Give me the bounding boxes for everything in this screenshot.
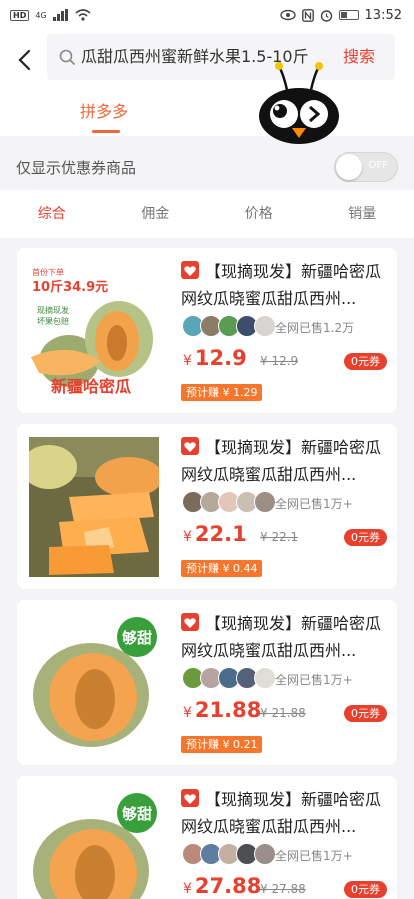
product-title: 【现摘现发】新疆哈密瓜 网纹瓜晓蜜瓜甜瓜西州...: [181, 258, 387, 312]
status-right: 13:52: [279, 7, 402, 23]
coupon-badge: 0元券: [344, 881, 387, 898]
product-price: ¥22.1: [183, 522, 247, 546]
avatar: [254, 491, 276, 513]
title-line2: 网纹瓜晓蜜瓜甜瓜西州...: [181, 641, 357, 660]
title-line1: 【现摘现发】新疆哈密瓜: [205, 614, 382, 633]
hd-badge: HD: [10, 9, 30, 21]
back-button[interactable]: [2, 38, 46, 82]
title-line1: 【现摘现发】新疆哈密瓜: [205, 438, 382, 457]
search-icon: [53, 49, 81, 66]
avatar: [254, 315, 276, 337]
avatar: [254, 843, 276, 865]
currency-symbol: ¥: [183, 881, 192, 897]
nfc-icon: [301, 8, 314, 22]
pinduoduo-logo-icon: [181, 437, 199, 455]
promo-line2: 10斤34.9元: [32, 279, 108, 295]
pinduoduo-logo-icon: [181, 261, 199, 279]
title-line1: 【现摘现发】新疆哈密瓜: [205, 262, 382, 281]
alarm-icon: [320, 9, 332, 22]
earn-badge: 预计赚 ¥ 0.44: [181, 560, 263, 577]
pinduoduo-logo-icon: [181, 613, 199, 631]
eye-icon: [279, 9, 296, 21]
coupon-filter-toggle[interactable]: OFF: [334, 152, 398, 182]
coupon-badge: 0元券: [344, 705, 387, 722]
product-price: ¥12.9: [183, 346, 247, 370]
status-left: HD 4G: [10, 9, 91, 21]
product-image: 够甜: [29, 613, 159, 753]
original-price: ¥ 22.1: [260, 530, 299, 544]
platform-tabbar: 拼多多: [0, 90, 414, 136]
title-line2: 网纹瓜晓蜜瓜甜瓜西州...: [181, 465, 357, 484]
back-arrow-icon: [18, 49, 31, 71]
network-badge: 4G: [35, 10, 47, 20]
mascot-icon: [259, 62, 339, 144]
pinduoduo-logo-icon: [181, 789, 199, 807]
original-price: ¥ 27.88: [260, 882, 306, 896]
title-line2: 网纹瓜晓蜜瓜甜瓜西州...: [181, 289, 357, 308]
wifi-icon: [75, 9, 91, 21]
product-image: 够甜: [29, 789, 159, 899]
toggle-knob: [336, 154, 362, 180]
original-price: ¥ 12.9: [260, 354, 299, 368]
promo-line4: 坏果包赔: [37, 316, 69, 326]
status-time: 13:52: [364, 7, 402, 23]
product-title: 【现摘现发】新疆哈密瓜 网纹瓜晓蜜瓜甜瓜西州...: [181, 786, 387, 840]
tab-pinduoduo[interactable]: 拼多多: [80, 98, 128, 122]
image-caption: 新疆哈密瓜: [51, 377, 131, 396]
coupon-badge: 0元券: [344, 353, 387, 370]
status-bar: HD 4G 13:52: [0, 0, 414, 30]
product-image: 首份下单 10斤34.9元 现摘现发 坏果包赔 新疆哈密瓜: [29, 261, 159, 401]
buyer-avatars: [182, 667, 276, 693]
price-value: 22.1: [194, 522, 247, 546]
price-value: 12.9: [194, 346, 247, 370]
coupon-filter-label: 仅显示优惠券商品: [16, 158, 137, 177]
sold-count: 全网已售1万+: [275, 497, 353, 511]
signal-icon: [52, 9, 68, 21]
currency-symbol: ¥: [183, 529, 192, 545]
sort-tab-sales[interactable]: 销量: [311, 190, 414, 238]
product-card[interactable]: 够甜 【现摘现发】新疆哈密瓜 网纹瓜晓蜜瓜甜瓜西州... 全网已售1万+ ¥27…: [17, 776, 397, 899]
buyer-avatars: [182, 491, 276, 517]
sold-count: 全网已售1.2万: [275, 321, 355, 335]
currency-symbol: ¥: [183, 353, 192, 369]
product-card[interactable]: 首份下单 10斤34.9元 现摘现发 坏果包赔 新疆哈密瓜 【现摘现发】新疆哈密…: [17, 248, 397, 413]
title-line1: 【现摘现发】新疆哈密瓜: [205, 790, 382, 809]
product-image: [29, 437, 159, 577]
product-title: 【现摘现发】新疆哈密瓜 网纹瓜晓蜜瓜甜瓜西州...: [181, 434, 387, 488]
sort-bar: 综合 佣金 价格 销量: [0, 190, 414, 238]
avatar: [254, 667, 276, 689]
tab-underline: [92, 130, 120, 133]
original-price: ¥ 21.88: [260, 706, 306, 720]
coupon-filter-row: 仅显示优惠券商品 OFF: [0, 146, 414, 188]
product-card[interactable]: 【现摘现发】新疆哈密瓜 网纹瓜晓蜜瓜甜瓜西州... 全网已售1万+ ¥22.1 …: [17, 424, 397, 589]
product-card[interactable]: 够甜 【现摘现发】新疆哈密瓜 网纹瓜晓蜜瓜甜瓜西州... 全网已售1万+ ¥21…: [17, 600, 397, 765]
price-value: 27.88: [194, 874, 262, 898]
battery-icon: [338, 10, 359, 20]
buyer-avatars: [182, 315, 276, 341]
currency-symbol: ¥: [183, 705, 192, 721]
sort-tab-commission[interactable]: 佣金: [104, 190, 208, 238]
sort-tab-price[interactable]: 价格: [207, 190, 311, 238]
sweet-badge-text: 够甜: [121, 805, 152, 823]
sweet-badge-text: 够甜: [121, 629, 152, 647]
product-title: 【现摘现发】新疆哈密瓜 网纹瓜晓蜜瓜甜瓜西州...: [181, 610, 387, 664]
earn-badge: 预计赚 ¥ 0.21: [181, 736, 263, 753]
price-value: 21.88: [194, 698, 262, 722]
sort-tab-comprehensive[interactable]: 综合: [0, 190, 104, 238]
sold-count: 全网已售1万+: [275, 849, 353, 863]
earn-badge: 预计赚 ¥ 1.29: [181, 384, 263, 401]
sold-count: 全网已售1万+: [275, 673, 353, 687]
coupon-badge: 0元券: [344, 529, 387, 546]
promo-line1: 首份下单: [32, 267, 64, 277]
toggle-text: OFF: [368, 160, 388, 171]
buyer-avatars: [182, 843, 276, 869]
product-price: ¥21.88: [183, 698, 261, 722]
promo-line3: 现摘现发: [37, 305, 69, 315]
top-header: 瓜甜瓜西州蜜新鲜水果1.5-10斤 搜索: [0, 30, 414, 90]
title-line2: 网纹瓜晓蜜瓜甜瓜西州...: [181, 817, 357, 836]
product-price: ¥27.88: [183, 874, 261, 898]
search-button[interactable]: 搜索: [343, 34, 375, 80]
